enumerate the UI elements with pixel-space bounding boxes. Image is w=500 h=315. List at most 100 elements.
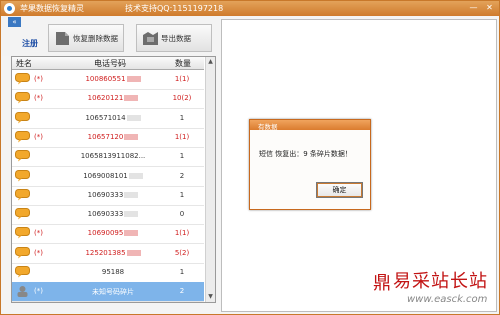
header-count: 数量 (175, 59, 191, 68)
close-button[interactable]: ✕ (483, 3, 496, 13)
header-name: 姓名 (16, 59, 32, 68)
row-count: 1 (179, 152, 185, 161)
sms-icon (15, 92, 30, 104)
row-count: 1(1) (174, 229, 190, 238)
row-count: 1(1) (174, 132, 190, 141)
sms-icon (15, 208, 30, 220)
table-row[interactable]: 1069008101 2 (12, 167, 204, 187)
watermark: 鼎 易采站长站 www.easck.com (373, 267, 499, 315)
row-phone: 125201385 (70, 249, 156, 257)
export-data-button[interactable]: 导出数据 (136, 24, 212, 52)
row-count: 2 (179, 287, 185, 296)
row-phone-text: 106571014 (85, 113, 126, 122)
row-phone: 10620121 (70, 94, 156, 102)
result-dialog: 有数据 短信 恢复出：9 条碎片数据！ 确定 (249, 119, 371, 210)
row-phone: 10690333 (70, 210, 156, 218)
row-flag: (*) (34, 132, 43, 141)
table-row[interactable]: 1065813911082... 1 (12, 147, 204, 168)
table-row[interactable]: (*) 10620121 10(2) (12, 89, 204, 110)
sms-icon (15, 266, 30, 278)
list-header: 姓名 电话号码 数量 (12, 57, 204, 70)
scroll-up-icon[interactable]: ▲ (206, 58, 215, 66)
row-phone: 1069008101 (70, 172, 156, 180)
watermark-logo: 鼎 (373, 273, 391, 294)
row-phone: 10657120 (70, 133, 156, 141)
table-row[interactable]: 106571014 1 (12, 109, 204, 129)
row-count: 1 (179, 113, 185, 122)
row-phone: 1065813911082... (70, 152, 156, 160)
redacted-mark (128, 172, 143, 179)
watermark-text: 易采站长站 (393, 271, 488, 292)
redacted-mark (124, 230, 139, 237)
sms-icon (15, 227, 30, 239)
toolbar: « 注册 恢复删除数据 导出数据 (2, 16, 220, 56)
sms-icon (15, 188, 30, 201)
row-phone-text: 125201385 (85, 248, 126, 257)
row-phone-text: 10657120 (87, 132, 124, 141)
row-count: 5(2) (174, 248, 190, 257)
export-label: 导出数据 (161, 34, 191, 43)
row-phone-text: 10690333 (87, 190, 124, 199)
table-row[interactable]: 10690333 0 (12, 205, 204, 226)
row-phone-text: 1069008101 (83, 171, 128, 180)
row-phone-text: 1065813911082... (80, 152, 146, 161)
title-bar[interactable]: 苹果数据恢复精灵 技术支持QQ:1151197218 — ✕ (1, 1, 499, 16)
redacted-mark (124, 133, 139, 140)
row-phone: 106571014 (70, 114, 156, 122)
support-text: 技术支持QQ:1151197218 (125, 4, 224, 13)
row-phone: 10690333 (70, 191, 156, 199)
row-phone-text: 未知号码碎片 (92, 288, 134, 297)
redacted-mark (124, 191, 139, 198)
row-phone: 未知号码碎片 (70, 287, 156, 297)
app-window: 苹果数据恢复精灵 技术支持QQ:1151197218 — ✕ « 注册 恢复删除… (0, 0, 500, 315)
list-scrollbar[interactable]: ▲ ▼ (205, 57, 215, 302)
redacted-mark (126, 76, 141, 82)
sms-icon (15, 73, 30, 85)
row-flag: (*) (34, 75, 43, 83)
window-title: 苹果数据恢复精灵 (20, 4, 84, 13)
message-list[interactable]: 姓名 电话号码 数量 (*) 100860551 1(1) (*) 10620121 10… (11, 56, 216, 303)
restore-deleted-button[interactable]: 恢复删除数据 (48, 24, 124, 52)
sms-icon (15, 150, 30, 162)
row-phone: 95188 (70, 268, 156, 276)
collapse-icon[interactable]: « (8, 17, 21, 27)
sms-icon (15, 169, 30, 181)
row-phone-text: 100860551 (85, 75, 126, 83)
table-row[interactable]: 95188 1 (12, 263, 204, 283)
row-phone: 100860551 (70, 75, 156, 83)
table-row[interactable]: (*) 未知号码碎片 2 (12, 282, 204, 302)
dialog-title-bar[interactable]: 有数据 (250, 120, 370, 131)
sms-icon (15, 130, 30, 143)
row-phone-text: 10690333 (87, 210, 124, 219)
table-row[interactable]: (*) 10690095 1(1) (12, 224, 204, 245)
redacted-mark (126, 114, 141, 121)
minimize-button[interactable]: — (467, 3, 480, 13)
scroll-down-icon[interactable]: ▼ (206, 293, 215, 301)
redacted-mark (124, 211, 139, 218)
dialog-message: 短信 恢复出：9 条碎片数据！ (259, 150, 352, 158)
sms-icon (15, 246, 30, 259)
row-phone-text: 10620121 (87, 94, 124, 103)
row-count: 0 (179, 210, 185, 219)
row-flag: (*) (34, 94, 43, 103)
table-row[interactable]: 10690333 1 (12, 186, 204, 206)
table-row[interactable]: (*) 10657120 1(1) (12, 128, 204, 148)
export-icon (143, 32, 158, 45)
row-count: 2 (179, 171, 185, 180)
redacted-mark (124, 95, 139, 102)
row-phone-text: 10690095 (87, 229, 124, 238)
row-phone: 10690095 (70, 229, 156, 237)
table-row[interactable]: (*) 100860551 1(1) (12, 70, 204, 90)
restore-label: 恢复删除数据 (73, 34, 118, 43)
sms-icon (15, 111, 30, 124)
row-count: 1(1) (174, 75, 190, 83)
ok-button[interactable]: 确定 (316, 182, 363, 198)
row-count: 1 (179, 190, 185, 199)
unknown-contact-icon (17, 286, 28, 298)
table-row[interactable]: (*) 125201385 5(2) (12, 244, 204, 264)
redacted-mark (126, 249, 141, 256)
register-link[interactable]: 注册 (22, 38, 38, 49)
restore-icon (56, 32, 69, 45)
app-icon (4, 3, 15, 14)
row-flag: (*) (34, 229, 43, 238)
